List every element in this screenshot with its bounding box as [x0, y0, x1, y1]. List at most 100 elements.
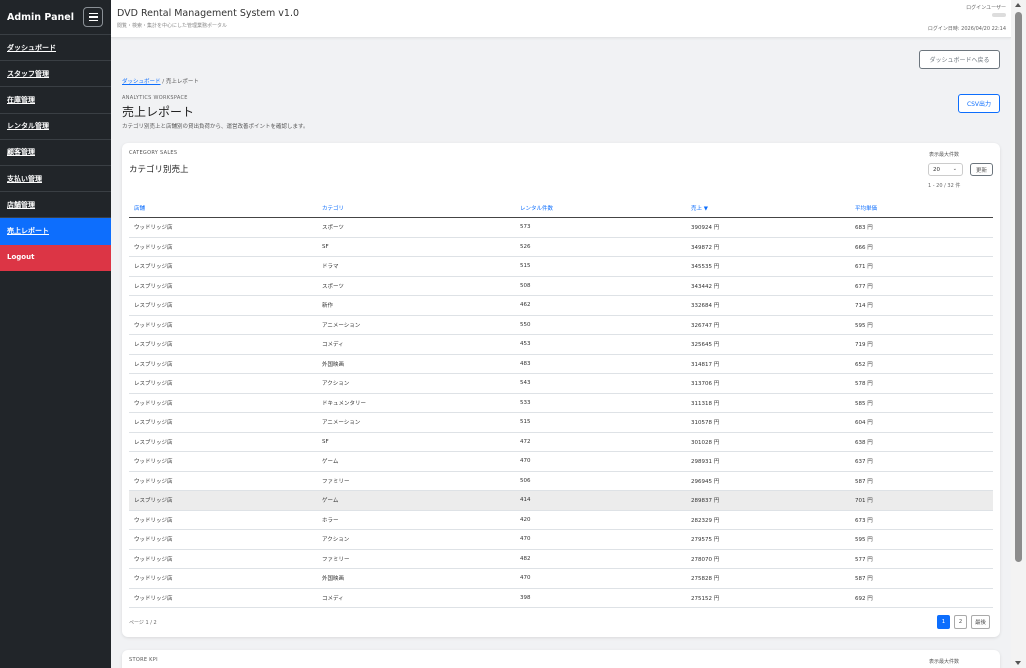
- cell-avg-price: 578 円: [850, 373, 993, 394]
- cell-category: 新作: [317, 295, 515, 316]
- card-label: STORE KPI: [129, 657, 158, 663]
- column-header-avg-price[interactable]: 平均単価: [850, 198, 993, 218]
- table-row: ウッドリッジ店 ファミリー 482 278070 円 577 円: [129, 549, 993, 569]
- column-header-rental-count[interactable]: レンタル件数: [515, 198, 686, 218]
- cell-category: SF: [317, 237, 515, 257]
- cell-category: スポーツ: [317, 217, 515, 238]
- cell-avg-price: 671 円: [850, 256, 993, 277]
- sidebar-title: Admin Panel: [7, 11, 74, 23]
- cell-store: ウッドリッジ店: [129, 549, 317, 569]
- cell-sales: 345535 円: [686, 256, 850, 277]
- page-size-select[interactable]: 20 ⌄: [928, 163, 963, 176]
- cell-sales: 301028 円: [686, 432, 850, 452]
- cell-store: レスブリッジ店: [129, 490, 317, 511]
- page-1-button[interactable]: 1: [937, 615, 950, 629]
- cell-avg-price: 595 円: [850, 529, 993, 550]
- sidebar-item-payment[interactable]: 支払い管理: [0, 166, 111, 193]
- sidebar-item-inventory[interactable]: 在庫管理: [0, 87, 111, 114]
- cell-sales: 311318 円: [686, 393, 850, 413]
- cell-avg-price: 604 円: [850, 412, 993, 433]
- cell-rental-count: 526: [515, 237, 686, 257]
- result-count: 1 - 20 / 32 件: [928, 183, 961, 189]
- cell-category: コメディ: [317, 334, 515, 355]
- sidebar-item-dashboard[interactable]: ダッシュボード: [0, 35, 111, 62]
- cell-store: ウッドリッジ店: [129, 568, 317, 589]
- sidebar-item-rental[interactable]: レンタル管理: [0, 114, 111, 140]
- cell-rental-count: 462: [515, 295, 686, 316]
- page-scrollbar[interactable]: [1011, 0, 1026, 668]
- column-header-sales[interactable]: 売上 ▼: [686, 198, 850, 218]
- cell-category: 外国映画: [317, 568, 515, 589]
- table-row: ウッドリッジ店 ゲーム 470 298931 円 637 円: [129, 451, 993, 472]
- cell-avg-price: 637 円: [850, 451, 993, 472]
- sidebar-item-store[interactable]: 店舗管理: [0, 192, 111, 219]
- cell-sales: 279575 円: [686, 529, 850, 550]
- cell-category: ファミリー: [317, 549, 515, 569]
- cell-sales: 313706 円: [686, 373, 850, 394]
- cell-rental-count: 470: [515, 451, 686, 472]
- cell-category: ホラー: [317, 510, 515, 530]
- sidebar: Admin Panel ダッシュボード スタッフ管理 在庫管理 レンタル管理 顧…: [0, 0, 111, 668]
- refresh-button[interactable]: 更新: [970, 163, 993, 176]
- cell-avg-price: 638 円: [850, 432, 993, 452]
- logout-button[interactable]: Logout: [0, 244, 111, 271]
- cell-rental-count: 482: [515, 549, 686, 569]
- user-name-placeholder: [992, 13, 1006, 17]
- cell-sales: 325645 円: [686, 334, 850, 355]
- login-time: ログイン日時: 2026/04/20 22:14: [927, 26, 1006, 32]
- cell-category: 外国映画: [317, 354, 515, 374]
- menu-toggle-button[interactable]: [83, 7, 103, 27]
- cell-avg-price: 692 円: [850, 588, 993, 608]
- cell-rental-count: 470: [515, 568, 686, 589]
- scroll-down-icon[interactable]: [1015, 661, 1021, 665]
- cell-sales: 278070 円: [686, 549, 850, 569]
- cell-store: レスブリッジ店: [129, 334, 317, 355]
- cell-store: ウッドリッジ店: [129, 237, 317, 257]
- cell-store: ウッドリッジ店: [129, 510, 317, 530]
- back-to-dashboard-button[interactable]: ダッシュボードへ戻る: [919, 50, 1000, 69]
- cell-store: ウッドリッジ店: [129, 217, 317, 238]
- table-row: レスブリッジ店 アニメーション 515 310578 円 604 円: [129, 412, 993, 433]
- cell-sales: 296945 円: [686, 471, 850, 491]
- cell-sales: 332684 円: [686, 295, 850, 316]
- page-2-button[interactable]: 2: [954, 615, 967, 629]
- cell-sales: 390924 円: [686, 217, 850, 238]
- scroll-up-icon[interactable]: [1015, 3, 1021, 7]
- app-title: DVD Rental Management System v1.0: [117, 8, 300, 19]
- cell-avg-price: 673 円: [850, 510, 993, 530]
- cell-store: ウッドリッジ店: [129, 471, 317, 491]
- sidebar-item-staff[interactable]: スタッフ管理: [0, 61, 111, 88]
- cell-category: アクション: [317, 373, 515, 394]
- table-row: レスブリッジ店 ドラマ 515 345535 円 671 円: [129, 256, 993, 277]
- last-page-button[interactable]: 最後: [971, 615, 991, 629]
- column-header-category[interactable]: カテゴリ: [317, 198, 515, 218]
- sidebar-item-customer[interactable]: 顧客管理: [0, 140, 111, 166]
- card-title: カテゴリ別売上: [129, 165, 189, 175]
- cell-category: コメディ: [317, 588, 515, 608]
- breadcrumb: ダッシュボード / 売上レポート: [122, 77, 199, 85]
- cell-category: アニメーション: [317, 315, 515, 335]
- hamburger-icon: [88, 13, 98, 15]
- category-sales-table: 店舗 カテゴリ レンタル件数 売上 ▼ 平均単価 ウッドリッジ店 スポーツ 573 3…: [129, 198, 993, 608]
- cell-store: ウッドリッジ店: [129, 451, 317, 472]
- cell-rental-count: 506: [515, 471, 686, 491]
- cell-rental-count: 533: [515, 393, 686, 413]
- chevron-down-icon: ⌄: [952, 166, 957, 172]
- table-row: ウッドリッジ店 SF 526 349872 円 666 円: [129, 237, 993, 257]
- workspace-label: ANALYTICS WORKSPACE: [122, 95, 188, 101]
- sidebar-item-sales-report[interactable]: 売上レポート: [0, 218, 111, 245]
- csv-export-button[interactable]: CSV出力: [958, 94, 1000, 113]
- page-size-label: 表示最大件数: [929, 659, 960, 665]
- table-row: ウッドリッジ店 アニメーション 550 326747 円 595 円: [129, 315, 993, 335]
- cell-category: ドラマ: [317, 256, 515, 277]
- breadcrumb-home-link[interactable]: ダッシュボード: [122, 79, 161, 85]
- cell-sales: 314817 円: [686, 354, 850, 374]
- card-label: CATEGORY SALES: [129, 150, 178, 156]
- cell-sales: 282329 円: [686, 510, 850, 530]
- column-header-store[interactable]: 店舗: [129, 198, 317, 218]
- scrollbar-thumb[interactable]: [1015, 12, 1022, 562]
- cell-rental-count: 515: [515, 256, 686, 277]
- table-row: ウッドリッジ店 ファミリー 506 296945 円 587 円: [129, 471, 993, 491]
- table-row: レスブリッジ店 新作 462 332684 円 714 円: [129, 295, 993, 316]
- cell-rental-count: 414: [515, 490, 686, 511]
